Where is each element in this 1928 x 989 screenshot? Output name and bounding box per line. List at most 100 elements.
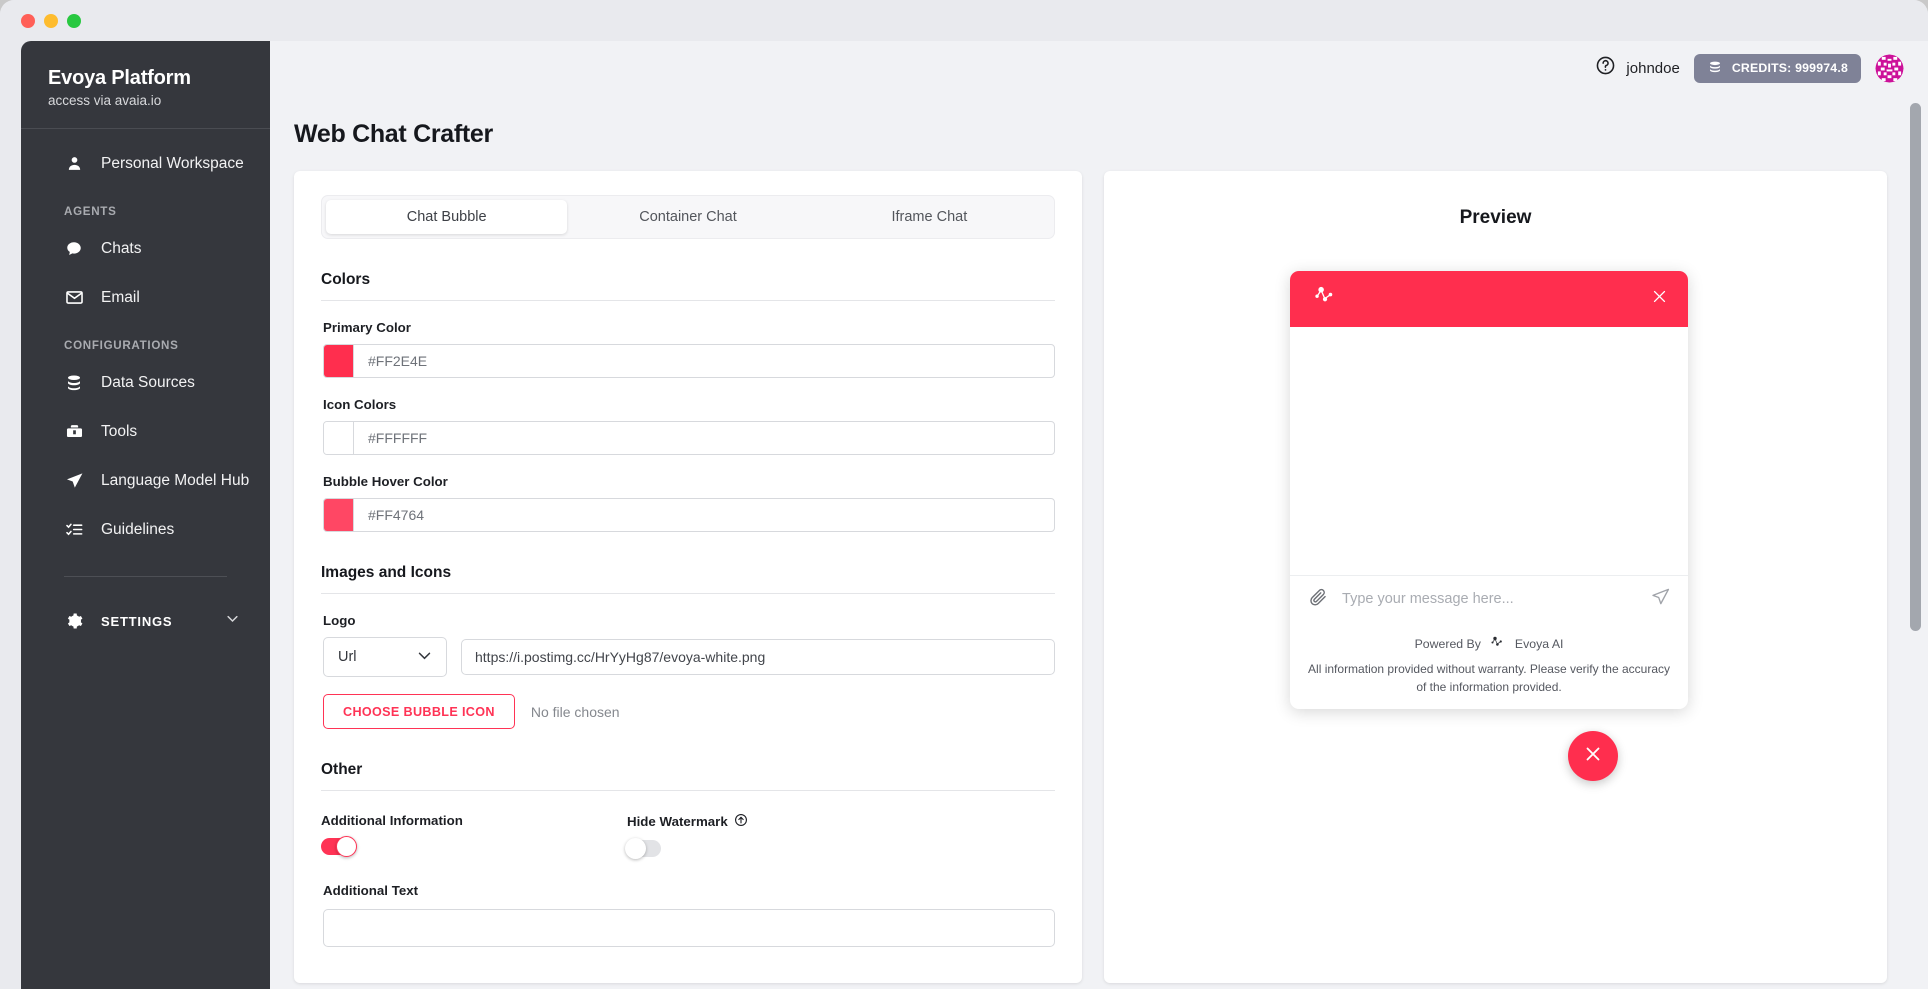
sidebar-divider — [21, 128, 270, 129]
chat-input-placeholder[interactable]: Type your message here... — [1342, 591, 1637, 607]
credits-label: CREDITS: 999974.8 — [1731, 61, 1848, 75]
file-status-label: No file chosen — [530, 703, 620, 720]
sidebar-item-label: Chats — [101, 239, 142, 257]
chevron-down-icon[interactable] — [225, 611, 240, 631]
color-swatch[interactable] — [324, 345, 354, 377]
credits-badge[interactable]: CREDITS: 999974.8 — [1693, 53, 1861, 83]
list-checks-icon — [64, 520, 84, 540]
database-icon — [64, 373, 84, 393]
tab-bar: Chat Bubble Container Chat Iframe Chat — [321, 195, 1056, 239]
send-icon[interactable] — [1651, 587, 1670, 611]
chat-bubble-fab[interactable] — [1568, 731, 1619, 781]
logo-source-row: Url https://i.postimg.cc/HrYyHg87/evoya-… — [323, 637, 1056, 677]
panels-row: Chat Bubble Container Chat Iframe Chat C… — [270, 149, 1928, 983]
toggle-hide-watermark: Hide Watermark — [625, 813, 933, 859]
section-divider — [321, 593, 1056, 594]
evoya-network-logo-dark-icon — [1488, 635, 1508, 654]
choose-bubble-icon-button[interactable]: CHOOSE BUBBLE ICON — [323, 694, 515, 729]
field-additional-text: Additional Text — [321, 883, 1056, 947]
toggle-additional-information: Additional Information — [321, 813, 627, 857]
hide-watermark-switch[interactable] — [625, 838, 661, 859]
evoya-network-logo-icon — [1312, 284, 1340, 315]
additional-information-switch[interactable] — [321, 836, 357, 857]
field-label: Bubble Hover Color — [323, 474, 448, 489]
tab-iframe-chat[interactable]: Iframe Chat — [809, 200, 1050, 234]
color-value[interactable]: #FF2E4E — [354, 345, 1054, 377]
chat-widget-header — [1290, 271, 1689, 327]
sidebar-item-label: Data Sources — [101, 373, 195, 391]
brand-block: Evoya Platform access via avaia.io — [21, 41, 270, 128]
sidebar-item-personal-workspace[interactable]: Personal Workspace — [21, 139, 270, 188]
sidebar-item-chats[interactable]: Chats — [21, 224, 270, 273]
window-titlebar — [0, 0, 1928, 41]
sidebar-item-label: Language Model Hub — [101, 471, 250, 489]
logo-url-input[interactable]: https://i.postimg.cc/HrYyHg87/evoya-whit… — [461, 639, 1056, 675]
toolbox-icon — [64, 422, 84, 442]
upgrade-circle-arrow-icon[interactable] — [734, 813, 748, 830]
additional-text-input[interactable] — [323, 909, 1056, 947]
sidebar-item-email[interactable]: Email — [21, 273, 270, 322]
chat-widget-input-row: Type your message here... — [1290, 574, 1689, 623]
toggle-label: Additional Information — [321, 813, 627, 828]
color-swatch[interactable] — [324, 499, 354, 531]
toggle-label-text: Additional Information — [321, 813, 463, 828]
switch-knob — [336, 836, 357, 857]
tab-chat-bubble[interactable]: Chat Bubble — [326, 200, 568, 234]
sidebar-item-label: Guidelines — [101, 520, 175, 538]
bubble-hover-color-input[interactable]: #FF4764 — [323, 498, 1056, 532]
color-swatch[interactable] — [324, 422, 354, 454]
primary-color-input[interactable]: #FF2E4E — [323, 344, 1056, 378]
sidebar-item-label: Email — [101, 288, 140, 306]
field-icon-colors: Icon Colors #FFFFFF — [321, 397, 1056, 455]
app-window: Evoya Platform access via avaia.io Perso… — [0, 0, 1928, 989]
brand-subtitle: access via avaia.io — [48, 93, 162, 108]
sidebar-group-label-configurations: CONFIGURATIONS — [64, 339, 179, 352]
help-and-user[interactable]: johndoe — [1595, 55, 1680, 81]
bubble-icon-file-row: CHOOSE BUBBLE ICON No file chosen — [323, 694, 1055, 729]
chevron-down-icon — [416, 647, 433, 668]
window-maximize-button[interactable] — [67, 13, 81, 28]
window-close-button[interactable] — [21, 13, 35, 28]
send-paper-plane-icon — [64, 471, 84, 491]
switch-knob — [625, 838, 646, 859]
section-heading-colors: Colors — [321, 271, 371, 288]
color-value[interactable]: #FFFFFF — [354, 422, 1054, 454]
vertical-scrollbar-track[interactable] — [1910, 95, 1921, 989]
sidebar-item-settings[interactable]: SETTINGS — [21, 593, 270, 649]
settings-card: Chat Bubble Container Chat Iframe Chat C… — [294, 171, 1083, 983]
logo-url-value: https://i.postimg.cc/HrYyHg87/evoya-whit… — [475, 649, 766, 665]
close-x-icon — [1582, 743, 1604, 770]
logo-source-value: Url — [338, 649, 357, 665]
window-minimize-button[interactable] — [44, 13, 58, 28]
powered-by-text: Powered By — [1414, 637, 1481, 652]
tab-container-chat[interactable]: Container Chat — [567, 200, 808, 234]
sidebar-item-guidelines[interactable]: Guidelines — [21, 505, 270, 554]
icon-color-input[interactable]: #FFFFFF — [323, 421, 1056, 455]
logo-source-select[interactable]: Url — [323, 637, 447, 677]
sidebar-item-tools[interactable]: Tools — [21, 407, 270, 456]
sidebar-item-language-model-hub[interactable]: Language Model Hub — [21, 456, 270, 505]
section-heading-images: Images and Icons — [321, 564, 452, 581]
field-bubble-hover-color: Bubble Hover Color #FF4764 — [321, 474, 1056, 532]
sidebar-divider-bottom — [64, 576, 227, 577]
preview-widget-area: Type your message here... Powered By Evo… — [1104, 229, 1887, 919]
main-content: Web Chat Crafter Chat Bubble Container C… — [270, 95, 1928, 989]
sidebar-item-label: Tools — [101, 422, 138, 440]
vertical-scrollbar-thumb[interactable] — [1910, 103, 1921, 631]
field-label: Primary Color — [323, 320, 411, 335]
close-x-icon[interactable] — [1651, 288, 1668, 310]
paperclip-icon[interactable] — [1308, 587, 1328, 612]
help-circle-icon[interactable] — [1595, 55, 1616, 81]
username-label: johndoe — [1626, 59, 1680, 77]
sidebar-item-data-sources[interactable]: Data Sources — [21, 358, 270, 407]
avatar[interactable] — [1875, 53, 1904, 83]
chat-widget-messages — [1290, 327, 1689, 575]
sidebar: Evoya Platform access via avaia.io Perso… — [21, 41, 270, 989]
field-label: Additional Text — [323, 883, 419, 898]
toggle-label: Hide Watermark — [627, 813, 933, 830]
chat-widget-preview: Type your message here... Powered By Evo… — [1290, 271, 1689, 709]
section-divider — [321, 790, 1056, 791]
field-primary-color: Primary Color #FF2E4E — [321, 320, 1056, 378]
color-value[interactable]: #FF4764 — [354, 499, 1054, 531]
toggle-label-text: Hide Watermark — [627, 814, 728, 829]
